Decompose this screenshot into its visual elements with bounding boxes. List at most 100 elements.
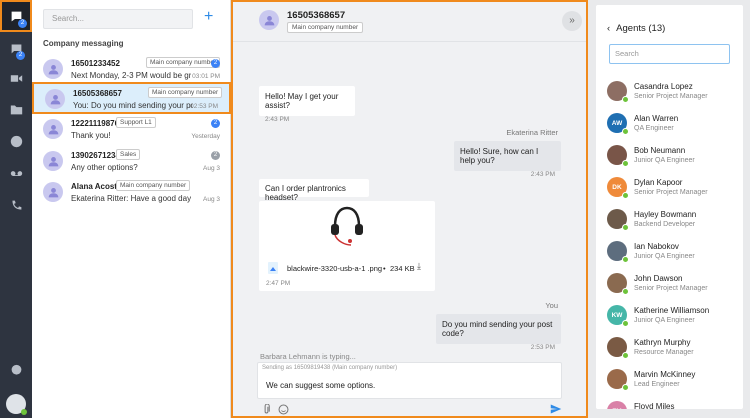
agents-panel: ‹ Agents (13) Search Casandra Lopez Senior…	[596, 5, 743, 409]
conversation-time: Aug 3	[203, 165, 220, 172]
message-bubble-outgoing: Hello! Sure, how can I help you? 2:43 PM	[454, 141, 561, 178]
headset-image	[329, 204, 365, 248]
contact-avatar	[43, 151, 63, 171]
agent-name: Casandra Lopez	[634, 82, 693, 91]
conversation-item[interactable]: 16505368657 Main company number You: Do yo…	[32, 82, 231, 114]
conversation-tag: Sales	[116, 149, 141, 160]
message-text: Hello! May I get your assist?	[265, 92, 339, 110]
message-sender: Ekaterina Ritter	[506, 128, 558, 137]
agents-search-input[interactable]: Search	[609, 44, 730, 64]
history-nav-button[interactable]	[0, 129, 32, 153]
message-text: Hello! Sure, how can I help you?	[460, 147, 539, 165]
agent-avatar	[607, 145, 629, 167]
send-icon[interactable]	[549, 402, 563, 416]
file-size-separator: •	[383, 264, 386, 273]
conversation-time: 02:53 PM	[190, 103, 218, 110]
message-bubble-outgoing: Do you mind sending your post code? 2:53…	[436, 314, 561, 351]
online-status-dot	[622, 160, 629, 167]
agent-role: Lead Engineer	[634, 381, 680, 388]
file-name: blackwire-3320-usb-a-1 .png	[287, 264, 383, 273]
agents-title: Agents (13)	[616, 23, 666, 34]
online-status-dot	[622, 128, 629, 135]
message-time: 2:47 PM	[266, 280, 291, 287]
contact-avatar	[45, 89, 65, 109]
agent-item[interactable]: Ian Nabokov Junior QA Engineer	[596, 238, 743, 269]
clock-icon	[10, 135, 22, 147]
chat-panel: 16505368657 Main company number » Hello!…	[231, 0, 588, 418]
message-composer: Sending as 16509819438 (Main company num…	[257, 362, 562, 399]
agent-avatar	[607, 81, 629, 103]
online-status-dot	[622, 288, 629, 295]
online-status-dot	[622, 96, 629, 103]
comment-icon	[11, 364, 21, 375]
transfer-nav-button[interactable]	[0, 193, 32, 217]
conversation-item[interactable]: 12221119876 Support L1 Thank you! Yesterday…	[32, 114, 231, 146]
agent-role: Junior QA Engineer	[634, 157, 695, 164]
chat-number-tag: Main company number	[287, 22, 364, 33]
messages-nav-button[interactable]: 2	[0, 36, 32, 60]
feedback-nav-button[interactable]	[0, 358, 32, 382]
message-bubble: Hello! May I get your assist? 2:43 PM	[259, 86, 355, 123]
agent-item[interactable]: AW Alan Warren QA Engineer	[596, 110, 743, 141]
contact-avatar	[43, 182, 63, 202]
agent-item[interactable]: KW Katherine Williamson Junior QA Engineer	[596, 302, 743, 333]
online-status-dot	[622, 384, 629, 391]
chat-nav-button[interactable]: 2	[0, 0, 32, 32]
attach-icon[interactable]	[259, 402, 273, 416]
message-input[interactable]: We can suggest some options.	[266, 381, 375, 390]
online-status-dot	[622, 352, 629, 359]
agent-name: John Dawson	[634, 274, 683, 283]
agent-avatar	[607, 209, 629, 231]
agent-avatar	[607, 273, 629, 295]
conversation-name: 13902671234	[71, 151, 120, 160]
voicemail-nav-button[interactable]	[0, 161, 32, 185]
back-chevron-icon[interactable]: ‹	[607, 23, 610, 34]
message-time: 2:43 PM	[530, 171, 555, 178]
agent-avatar	[607, 369, 629, 391]
online-status-dot	[622, 320, 629, 327]
conversation-preview: Any other options?	[71, 163, 138, 172]
sending-as-label: Sending as 16509819438 (Main company num…	[262, 365, 398, 371]
conversation-item[interactable]: 13902671234 Sales Any other options? Aug 3 2	[32, 146, 231, 178]
typing-indicator: Barbara Lehmann is typing...	[260, 352, 356, 361]
new-conversation-button[interactable]: +	[204, 8, 213, 26]
agent-role: Backend Developer	[634, 221, 696, 228]
conversation-preview: You: Do you mind sending your post cod..…	[73, 101, 193, 110]
message-text: Can I order plantronics headset?	[265, 184, 346, 202]
agent-item[interactable]: John Dawson Senior Project Manager	[596, 270, 743, 301]
conversation-search-input[interactable]: Search...	[43, 9, 193, 29]
files-nav-button[interactable]	[0, 97, 32, 121]
agent-item[interactable]: DK Dylan Kapoor Senior Project Manager	[596, 174, 743, 205]
conversation-name: 12221119876	[71, 119, 120, 128]
agent-item[interactable]: Kathryn Murphy Resource Manager	[596, 334, 743, 365]
agent-item[interactable]: FMFloyd MilesSwift Developer	[596, 398, 743, 409]
message-bubble: Can I order plantronics headset?	[259, 179, 369, 202]
phone-transfer-icon	[11, 200, 21, 210]
conversation-name: 16501233452	[71, 59, 120, 68]
file-size: 234 KB	[390, 264, 415, 273]
video-nav-button[interactable]	[0, 66, 32, 90]
conversation-time: Yesterday	[191, 133, 220, 140]
collapse-panel-button[interactable]: »	[562, 11, 582, 31]
conversation-tag: Main company number	[148, 87, 223, 98]
conversation-item[interactable]: Alana Acosta Main company number Ekaterina…	[32, 177, 231, 209]
chat-badge: 2	[18, 19, 27, 28]
unread-badge: 2	[211, 59, 220, 68]
agent-item[interactable]: Bob Neumann Junior QA Engineer	[596, 142, 743, 173]
conversation-tag: Support L1	[116, 117, 156, 128]
agent-name: Ian Nabokov	[634, 242, 679, 251]
agent-item[interactable]: Casandra Lopez Senior Project Manager	[596, 78, 743, 109]
download-icon[interactable]: ⤓	[417, 261, 421, 272]
agent-role: Senior Project Manager	[634, 189, 708, 196]
emoji-icon[interactable]	[276, 402, 290, 416]
agent-item[interactable]: Hayley Bowmann Backend Developer	[596, 206, 743, 237]
profile-button[interactable]	[0, 390, 32, 418]
contact-avatar	[259, 10, 279, 30]
video-icon	[10, 74, 22, 82]
agent-name: Alan Warren	[634, 114, 679, 123]
conversation-tag: Main company number	[116, 180, 191, 191]
message-text: Do you mind sending your post code?	[442, 320, 553, 338]
conversation-preview: Thank you!	[71, 131, 111, 140]
agent-item[interactable]: Marvin McKinney Lead Engineer	[596, 366, 743, 397]
unread-badge: 2	[211, 119, 220, 128]
